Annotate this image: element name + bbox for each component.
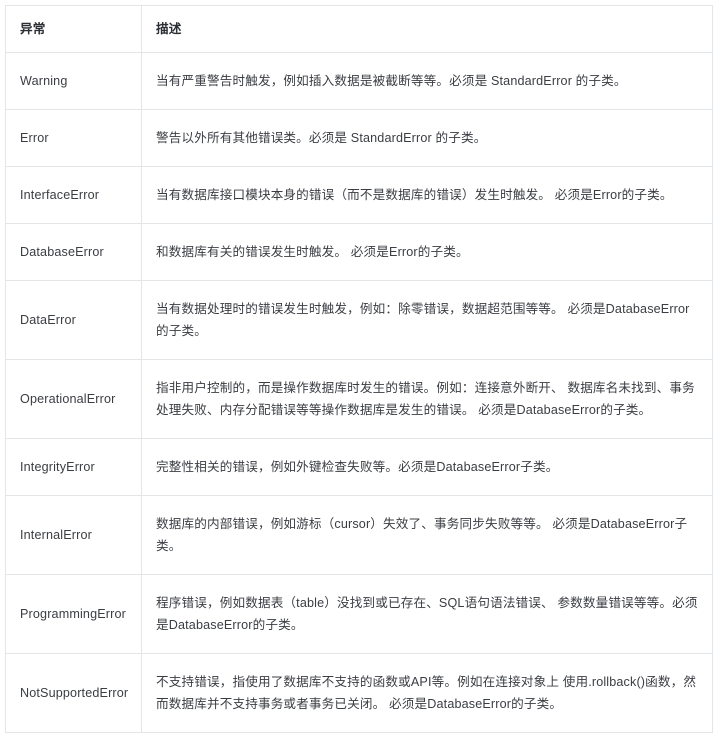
exception-name-cell: DatabaseError: [5, 223, 142, 281]
exception-name-cell: InterfaceError: [5, 166, 142, 224]
column-header-exception: 异常: [5, 5, 142, 53]
table-row: InternalError 数据库的内部错误，例如游标（cursor）失效了、事务…: [5, 495, 713, 575]
exception-description-cell: 程序错误，例如数据表（table）没找到或已存在、SQL语句语法错误、 参数数量…: [141, 574, 713, 654]
exception-description-cell: 当有严重警告时触发，例如插入数据是被截断等等。必须是 StandardError…: [141, 52, 713, 110]
exception-description-cell: 当有数据处理时的错误发生时触发，例如：除零错误，数据超范围等等。 必须是Data…: [141, 280, 713, 360]
table-row: IntegrityError 完整性相关的错误，例如外键检查失败等。必须是Data…: [5, 438, 713, 496]
table-row: ProgrammingError 程序错误，例如数据表（table）没找到或已存在…: [5, 574, 713, 654]
table-body: Warning 当有严重警告时触发，例如插入数据是被截断等等。必须是 Standa…: [5, 52, 713, 733]
column-header-description: 描述: [141, 5, 713, 53]
table-row: Error 警告以外所有其他错误类。必须是 StandardError 的子类。: [5, 109, 713, 167]
exception-description-cell: 不支持错误，指使用了数据库不支持的函数或API等。例如在连接对象上 使用.rol…: [141, 653, 713, 733]
table-row: OperationalError 指非用户控制的，而是操作数据库时发生的错误。例如…: [5, 359, 713, 439]
exception-name-cell: NotSupportedError: [5, 653, 142, 733]
exception-name-cell: Warning: [5, 52, 142, 110]
exception-name-cell: ProgrammingError: [5, 574, 142, 654]
table-row: NotSupportedError 不支持错误，指使用了数据库不支持的函数或API…: [5, 653, 713, 733]
exception-table: 异常 描述 Warning 当有严重警告时触发，例如插入数据是被截断等等。必须是 …: [5, 5, 713, 733]
exception-description-cell: 数据库的内部错误，例如游标（cursor）失效了、事务同步失败等等。 必须是Da…: [141, 495, 713, 575]
table-row: DataError 当有数据处理时的错误发生时触发，例如：除零错误，数据超范围等等…: [5, 280, 713, 360]
table-row: DatabaseError 和数据库有关的错误发生时触发。 必须是Error的子类…: [5, 223, 713, 281]
table-header: 异常 描述: [5, 5, 713, 53]
table-row: Warning 当有严重警告时触发，例如插入数据是被截断等等。必须是 Standa…: [5, 52, 713, 110]
exception-description-cell: 警告以外所有其他错误类。必须是 StandardError 的子类。: [141, 109, 713, 167]
exception-description-cell: 完整性相关的错误，例如外键检查失败等。必须是DatabaseError子类。: [141, 438, 713, 496]
exception-name-cell: DataError: [5, 280, 142, 360]
exception-name-cell: IntegrityError: [5, 438, 142, 496]
exception-description-cell: 当有数据库接口模块本身的错误（而不是数据库的错误）发生时触发。 必须是Error…: [141, 166, 713, 224]
exception-name-cell: Error: [5, 109, 142, 167]
table-row: InterfaceError 当有数据库接口模块本身的错误（而不是数据库的错误）发…: [5, 166, 713, 224]
exception-name-cell: InternalError: [5, 495, 142, 575]
exception-description-cell: 指非用户控制的，而是操作数据库时发生的错误。例如：连接意外断开、 数据库名未找到…: [141, 359, 713, 439]
table-header-row: 异常 描述: [5, 5, 713, 53]
exception-name-cell: OperationalError: [5, 359, 142, 439]
exception-table-container: 异常 描述 Warning 当有严重警告时触发，例如插入数据是被截断等等。必须是 …: [5, 5, 713, 733]
exception-description-cell: 和数据库有关的错误发生时触发。 必须是Error的子类。: [141, 223, 713, 281]
